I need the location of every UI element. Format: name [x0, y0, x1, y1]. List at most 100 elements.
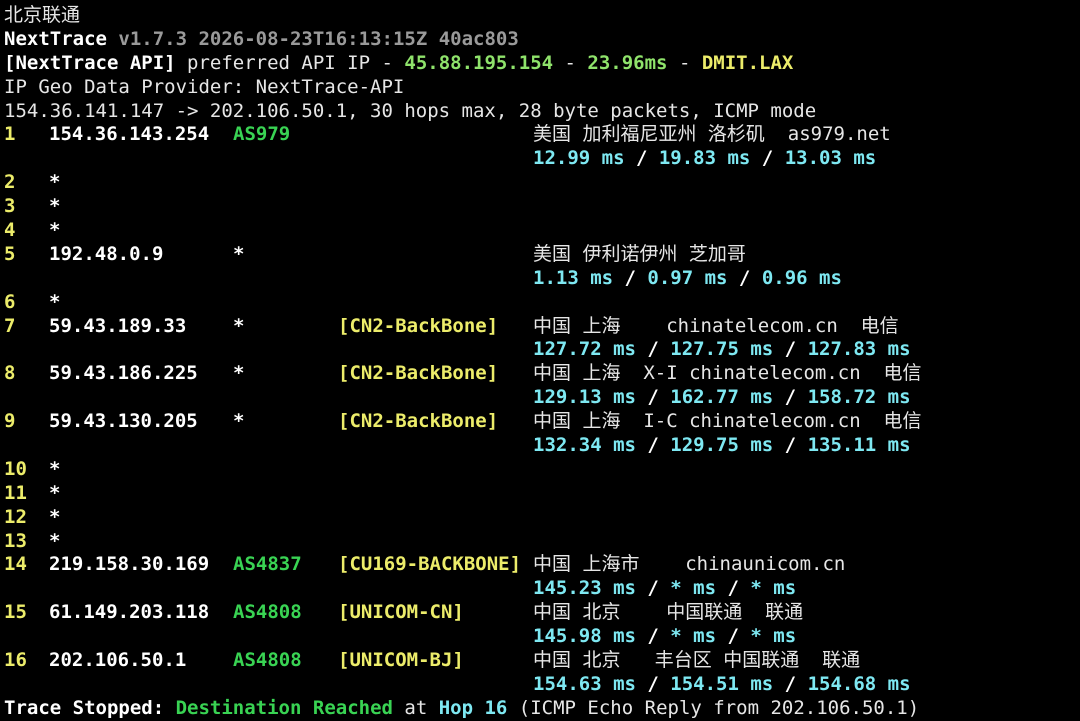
hop-asn: *	[233, 410, 245, 433]
hop-rtt: 129.13 ms / 162.77 ms / 158.72 ms	[533, 386, 911, 410]
api-line: [NextTrace API] preferred API IP - 45.88…	[4, 52, 1080, 76]
hop-number: 5	[4, 242, 16, 265]
rtt-value: 127.75 ms	[670, 338, 774, 361]
hop-number: 1	[4, 123, 16, 146]
footer-line: Trace Stopped: Destination Reached at Ho…	[4, 697, 1080, 721]
rtt-value: * ms	[750, 577, 797, 600]
hop-ip: 61.149.203.118	[49, 601, 210, 624]
rtt-value: 154.51 ms	[670, 672, 774, 695]
rtt-value: 145.23 ms	[533, 577, 636, 600]
hop-rtt-row: 129.13 ms / 162.77 ms / 158.72 ms	[4, 386, 1080, 410]
hop-row: 1 154.36.143.254 AS979 美国 加利福尼亚州 洛杉矶 as979.…	[4, 123, 1080, 147]
hop-number: 13	[4, 529, 27, 552]
hop-geo: 中国 北京 中国联通 联通	[533, 601, 804, 624]
footer-hop: Hop 16	[438, 696, 508, 719]
hop-number: 6	[4, 290, 16, 313]
version-line: NextTrace v1.7.3 2026-08-23T16:13:15Z 40…	[4, 28, 1080, 52]
hop-rtt-row: 1.13 ms / 0.97 ms / 0.96 ms	[4, 267, 1080, 291]
geo-provider-line: IP Geo Data Provider: NextTrace-API	[4, 76, 1080, 100]
hop-ip: *	[49, 171, 61, 194]
hop-ip: 219.158.30.169	[49, 553, 210, 576]
hop-rtt-row: 145.23 ms / * ms / * ms	[4, 577, 1080, 601]
hop-rtt-row: 145.98 ms / * ms / * ms	[4, 625, 1080, 649]
rtt-separator: /	[727, 266, 762, 289]
rtt-separator: /	[773, 434, 808, 457]
hop-number: 7	[4, 314, 16, 337]
rtt-value: 19.83 ms	[658, 147, 751, 170]
api-prefix: [NextTrace API]	[4, 51, 176, 74]
rtt-value: 1.13 ms	[533, 266, 614, 289]
hop-asn: AS979	[233, 123, 291, 146]
hop-ip: 59.43.186.225	[49, 362, 198, 385]
hop-row: 5 192.48.0.9 * 美国 伊利诺伊州 芝加哥	[4, 243, 1080, 267]
hop-number: 3	[4, 195, 16, 218]
hop-ip: 154.36.143.254	[49, 123, 210, 146]
rtt-value: 132.34 ms	[533, 434, 636, 457]
hop-rtt-row: 132.34 ms / 129.75 ms / 135.11 ms	[4, 434, 1080, 458]
hop-rtt-row: 154.63 ms / 154.51 ms / 154.68 ms	[4, 673, 1080, 697]
rtt-value: * ms	[670, 577, 717, 600]
rtt-value: 145.98 ms	[533, 625, 636, 648]
hop-rtt: 132.34 ms / 129.75 ms / 135.11 ms	[533, 434, 911, 458]
hop-row: 10 *	[4, 458, 1080, 482]
hop-asn: *	[233, 362, 245, 385]
hop-ip: 59.43.130.205	[49, 410, 198, 433]
hop-number: 9	[4, 410, 16, 433]
hop-list: 1 154.36.143.254 AS979 美国 加利福尼亚州 洛杉矶 as979.…	[4, 123, 1080, 696]
hop-row: 15 61.149.203.118 AS4808 [UNICOM-CN] 中国 北京 中…	[4, 601, 1080, 625]
hop-rtt: 154.63 ms / 154.51 ms / 154.68 ms	[533, 673, 911, 697]
hop-ip: *	[49, 219, 61, 242]
hop-geo: 中国 上海 X-I chinatelecom.cn 电信	[533, 362, 922, 385]
rtt-separator: /	[613, 266, 648, 289]
hop-asn: *	[233, 314, 245, 337]
footer-status: Destination Reached	[175, 696, 393, 719]
hop-asn: AS4837	[233, 553, 302, 576]
rtt-separator: /	[635, 386, 671, 409]
hop-row: 8 59.43.186.225 * [CN2-BackBone] 中国 上海 X-I c…	[4, 362, 1080, 386]
hop-row: 14 219.158.30.169 AS4837 [CU169-BACKBONE] 中国…	[4, 553, 1080, 577]
hop-tag: [CU169-BACKBONE]	[338, 553, 522, 576]
rtt-value: 0.97 ms	[647, 266, 728, 289]
hop-row: 4 *	[4, 219, 1080, 243]
hop-rtt: 127.72 ms / 127.75 ms / 127.83 ms	[533, 338, 911, 362]
rtt-separator: /	[773, 386, 808, 409]
terminal-window[interactable]: 北京联通 NextTrace v1.7.3 2026-08-23T16:13:1…	[0, 0, 1080, 721]
hop-row: 13 *	[4, 530, 1080, 554]
footer-detail: (ICMP Echo Reply from 202.106.50.1)	[507, 696, 920, 719]
app-version: v1.7.3 2026-08-23T16:13:15Z 40ac803	[118, 27, 519, 50]
hop-ip: *	[49, 457, 61, 480]
hop-number: 8	[4, 362, 16, 385]
rtt-value: * ms	[750, 625, 797, 648]
hop-row: 11 *	[4, 482, 1080, 506]
hop-geo: 中国 上海 chinatelecom.cn 电信	[533, 314, 899, 337]
rtt-value: 135.11 ms	[807, 434, 911, 457]
hop-rtt-row: 12.99 ms / 19.83 ms / 13.03 ms	[4, 147, 1080, 171]
rtt-separator: /	[635, 577, 671, 600]
rtt-separator: /	[635, 338, 671, 361]
trace-info: 154.36.141.147 -> 202.106.50.1, 30 hops …	[4, 99, 817, 122]
hop-rtt: 145.98 ms / * ms / * ms	[533, 625, 796, 649]
api-sep-1: -	[553, 51, 588, 74]
hop-geo: 中国 上海 I-C chinatelecom.cn 电信	[533, 410, 922, 433]
hop-row: 12 *	[4, 506, 1080, 530]
api-ip: 45.88.195.154	[404, 51, 554, 74]
rtt-value: * ms	[670, 625, 717, 648]
rtt-separator: /	[635, 434, 671, 457]
rtt-value: 127.83 ms	[807, 338, 911, 361]
hop-geo: 中国 上海市 chinaunicom.cn	[533, 553, 846, 576]
hop-rtt: 12.99 ms / 19.83 ms / 13.03 ms	[533, 147, 876, 171]
hop-rtt-row: 127.72 ms / 127.75 ms / 127.83 ms	[4, 338, 1080, 362]
hop-ip: *	[49, 529, 61, 552]
hop-asn: AS4808	[233, 649, 302, 672]
hop-row: 2 *	[4, 171, 1080, 195]
rtt-separator: /	[624, 147, 659, 170]
page-title: 北京联通	[4, 4, 81, 26]
rtt-value: 13.03 ms	[784, 147, 877, 170]
rtt-value: 12.99 ms	[533, 147, 625, 170]
hop-tag: [UNICOM-CN]	[338, 601, 464, 624]
rtt-value: 127.72 ms	[533, 338, 636, 361]
hop-ip: 202.106.50.1	[49, 649, 187, 672]
title-line: 北京联通	[4, 4, 1080, 28]
rtt-separator: /	[635, 625, 671, 648]
hop-row: 3 *	[4, 195, 1080, 219]
